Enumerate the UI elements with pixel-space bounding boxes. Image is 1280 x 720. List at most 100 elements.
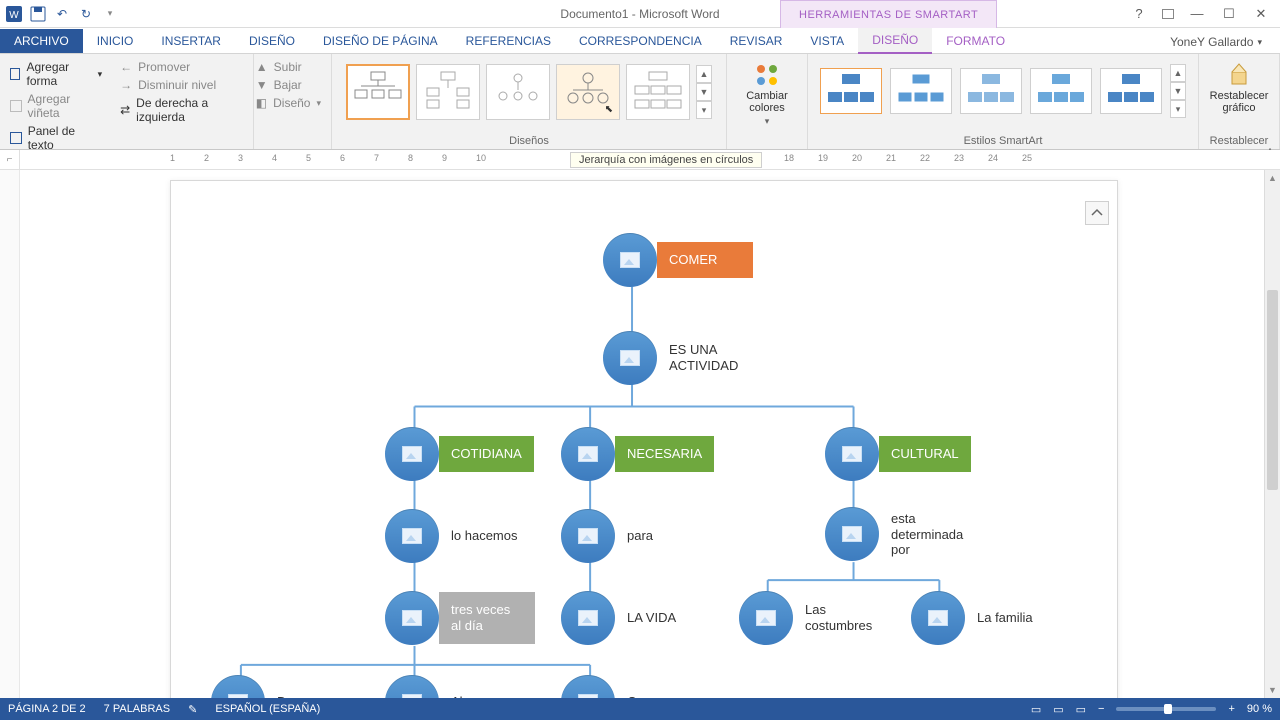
node-label[interactable]: LA VIDA xyxy=(615,600,695,636)
node-cultural[interactable]: CULTURAL xyxy=(825,427,971,481)
node-label[interactable]: esta determinada por xyxy=(879,501,989,568)
document-title: Documento1 - Microsoft Word xyxy=(560,7,719,21)
account-name[interactable]: YoneY Gallardo▾ xyxy=(1160,31,1280,53)
status-words[interactable]: 7 PALABRAS xyxy=(104,703,170,715)
node-costumbres[interactable]: Las costumbres xyxy=(739,591,893,645)
promote-icon: ← xyxy=(120,60,132,74)
node-c3-a[interactable]: esta determinada por xyxy=(825,501,989,568)
node-label[interactable]: para xyxy=(615,518,695,554)
tab-vista[interactable]: VISTA xyxy=(796,29,858,53)
style-thumb-3[interactable] xyxy=(960,68,1022,114)
node-label[interactable]: Desayuno xyxy=(265,684,348,698)
help-icon[interactable]: ? xyxy=(1130,6,1148,21)
undo-icon[interactable]: ↶ xyxy=(54,6,70,22)
tab-smartart-diseno[interactable]: DISEÑO xyxy=(858,28,932,54)
tab-inicio[interactable]: INICIO xyxy=(83,29,148,53)
layout-thumb-2[interactable] xyxy=(416,64,480,120)
zoom-out-icon[interactable]: − xyxy=(1098,703,1104,715)
tab-referencias[interactable]: REFERENCIAS xyxy=(452,29,565,53)
node-necesaria[interactable]: NECESARIA xyxy=(561,427,714,481)
picture-icon xyxy=(402,528,422,544)
gallery-more-icon[interactable]: ▾ xyxy=(1170,100,1186,118)
style-thumb-4[interactable] xyxy=(1030,68,1092,114)
minimize-icon[interactable]: — xyxy=(1188,6,1206,21)
scroll-up-icon[interactable]: ▲ xyxy=(1265,170,1280,186)
node-image-placeholder[interactable] xyxy=(603,233,657,287)
ribbon-display-icon[interactable] xyxy=(1162,9,1174,19)
scroll-thumb[interactable] xyxy=(1267,290,1278,490)
maximize-icon[interactable]: ☐ xyxy=(1220,6,1238,22)
gallery-more-icon[interactable]: ▾ xyxy=(696,101,712,119)
node-c2-a[interactable]: para xyxy=(561,509,695,563)
view-web-icon[interactable]: ▭ xyxy=(1076,703,1086,716)
tab-smartart-formato[interactable]: FORMATO xyxy=(932,29,1019,53)
node-label[interactable]: ES UNA ACTIVIDAD xyxy=(657,332,757,383)
view-print-icon[interactable]: ▭ xyxy=(1053,703,1063,716)
picture-icon xyxy=(402,446,422,462)
zoom-level[interactable]: 90 % xyxy=(1247,703,1272,715)
node-label[interactable]: tres veces al día xyxy=(439,592,535,643)
node-c2-b[interactable]: LA VIDA xyxy=(561,591,695,645)
node-label[interactable]: lo hacemos xyxy=(439,518,529,554)
smartart-graphic[interactable]: COMER ES UNA ACTIVIDAD COTIDIANA NECESAR… xyxy=(171,181,1117,698)
style-thumb-1[interactable] xyxy=(820,68,882,114)
node-cotidiana[interactable]: COTIDIANA xyxy=(385,427,534,481)
close-icon[interactable]: ✕ xyxy=(1252,6,1270,22)
node-desayuno[interactable]: Desayuno xyxy=(211,675,348,698)
style-thumb-2[interactable] xyxy=(890,68,952,114)
gallery-down-icon[interactable]: ▼ xyxy=(1170,82,1186,100)
layout-thumb-4[interactable]: ⬉ xyxy=(556,64,620,120)
page[interactable]: COMER ES UNA ACTIVIDAD COTIDIANA NECESAR… xyxy=(170,180,1118,698)
node-label[interactable]: COMER xyxy=(657,242,753,278)
tab-diseno-pagina[interactable]: DISEÑO DE PÁGINA xyxy=(309,29,452,53)
layout-thumb-5[interactable] xyxy=(626,64,690,120)
vertical-ruler[interactable] xyxy=(0,170,20,698)
node-label[interactable]: Almuerzo xyxy=(439,684,519,698)
node-cena[interactable]: Cena xyxy=(561,675,695,698)
save-icon[interactable] xyxy=(30,6,46,22)
layout-thumb-3[interactable] xyxy=(486,64,550,120)
style-thumb-5[interactable] xyxy=(1100,68,1162,114)
add-shape-button[interactable]: Agregar forma ▾ xyxy=(10,58,102,90)
node-root[interactable]: COMER xyxy=(603,233,753,287)
node-label[interactable]: CULTURAL xyxy=(879,436,971,472)
tab-correspondencia[interactable]: CORRESPONDENCIA xyxy=(565,29,716,53)
ruler-corner-icon[interactable]: ⌐ xyxy=(0,150,20,170)
style-gallery-scroll: ▲ ▼ ▾ xyxy=(1170,64,1186,118)
redo-icon[interactable]: ↻ xyxy=(78,6,94,22)
node-label[interactable]: COTIDIANA xyxy=(439,436,534,472)
group-create-graphic: Agregar forma ▾ Agregar viñeta Panel de … xyxy=(0,54,254,149)
reset-graphic-button[interactable]: Restablecer gráfico xyxy=(1209,58,1269,118)
zoom-in-icon[interactable]: + xyxy=(1228,703,1234,715)
qat-customize-icon[interactable]: ▾ xyxy=(102,6,118,22)
gallery-up-icon[interactable]: ▲ xyxy=(1170,64,1186,82)
node-label[interactable]: Las costumbres xyxy=(793,592,893,643)
node-c1-b[interactable]: tres veces al día xyxy=(385,591,535,645)
vertical-scrollbar[interactable]: ▲ ▼ xyxy=(1264,170,1280,698)
layout-thumb-1[interactable] xyxy=(346,64,410,120)
node-c1-a[interactable]: lo hacemos xyxy=(385,509,529,563)
view-read-icon[interactable]: ▭ xyxy=(1031,703,1041,716)
node-almuerzo[interactable]: Almuerzo xyxy=(385,675,519,698)
zoom-slider[interactable] xyxy=(1116,707,1216,711)
tab-file[interactable]: ARCHIVO xyxy=(0,29,83,53)
proofing-icon[interactable]: ✎ xyxy=(188,703,197,716)
node-familia[interactable]: La familia xyxy=(911,591,1045,645)
scroll-down-icon[interactable]: ▼ xyxy=(1265,682,1280,698)
tab-diseno[interactable]: DISEÑO xyxy=(235,29,309,53)
node-l2[interactable]: ES UNA ACTIVIDAD xyxy=(603,331,757,385)
rtl-button[interactable]: ⇄De derecha a izquierda xyxy=(120,94,243,126)
gallery-up-icon[interactable]: ▲ xyxy=(696,65,712,83)
node-label[interactable]: La familia xyxy=(965,600,1045,636)
window-controls: ? — ☐ ✕ xyxy=(1120,6,1280,22)
node-label[interactable]: NECESARIA xyxy=(615,436,714,472)
status-page[interactable]: PÁGINA 2 DE 2 xyxy=(8,703,86,715)
node-label[interactable]: Cena xyxy=(615,684,695,698)
status-language[interactable]: ESPAÑOL (ESPAÑA) xyxy=(215,703,320,715)
layout-gallery-scroll: ▲ ▼ ▾ xyxy=(696,65,712,119)
tab-revisar[interactable]: REVISAR xyxy=(716,29,797,53)
tab-insertar[interactable]: INSERTAR xyxy=(147,29,235,53)
picture-icon xyxy=(756,610,776,626)
change-colors-button[interactable]: Cambiar colores ▾ xyxy=(737,58,797,131)
gallery-down-icon[interactable]: ▼ xyxy=(696,83,712,101)
